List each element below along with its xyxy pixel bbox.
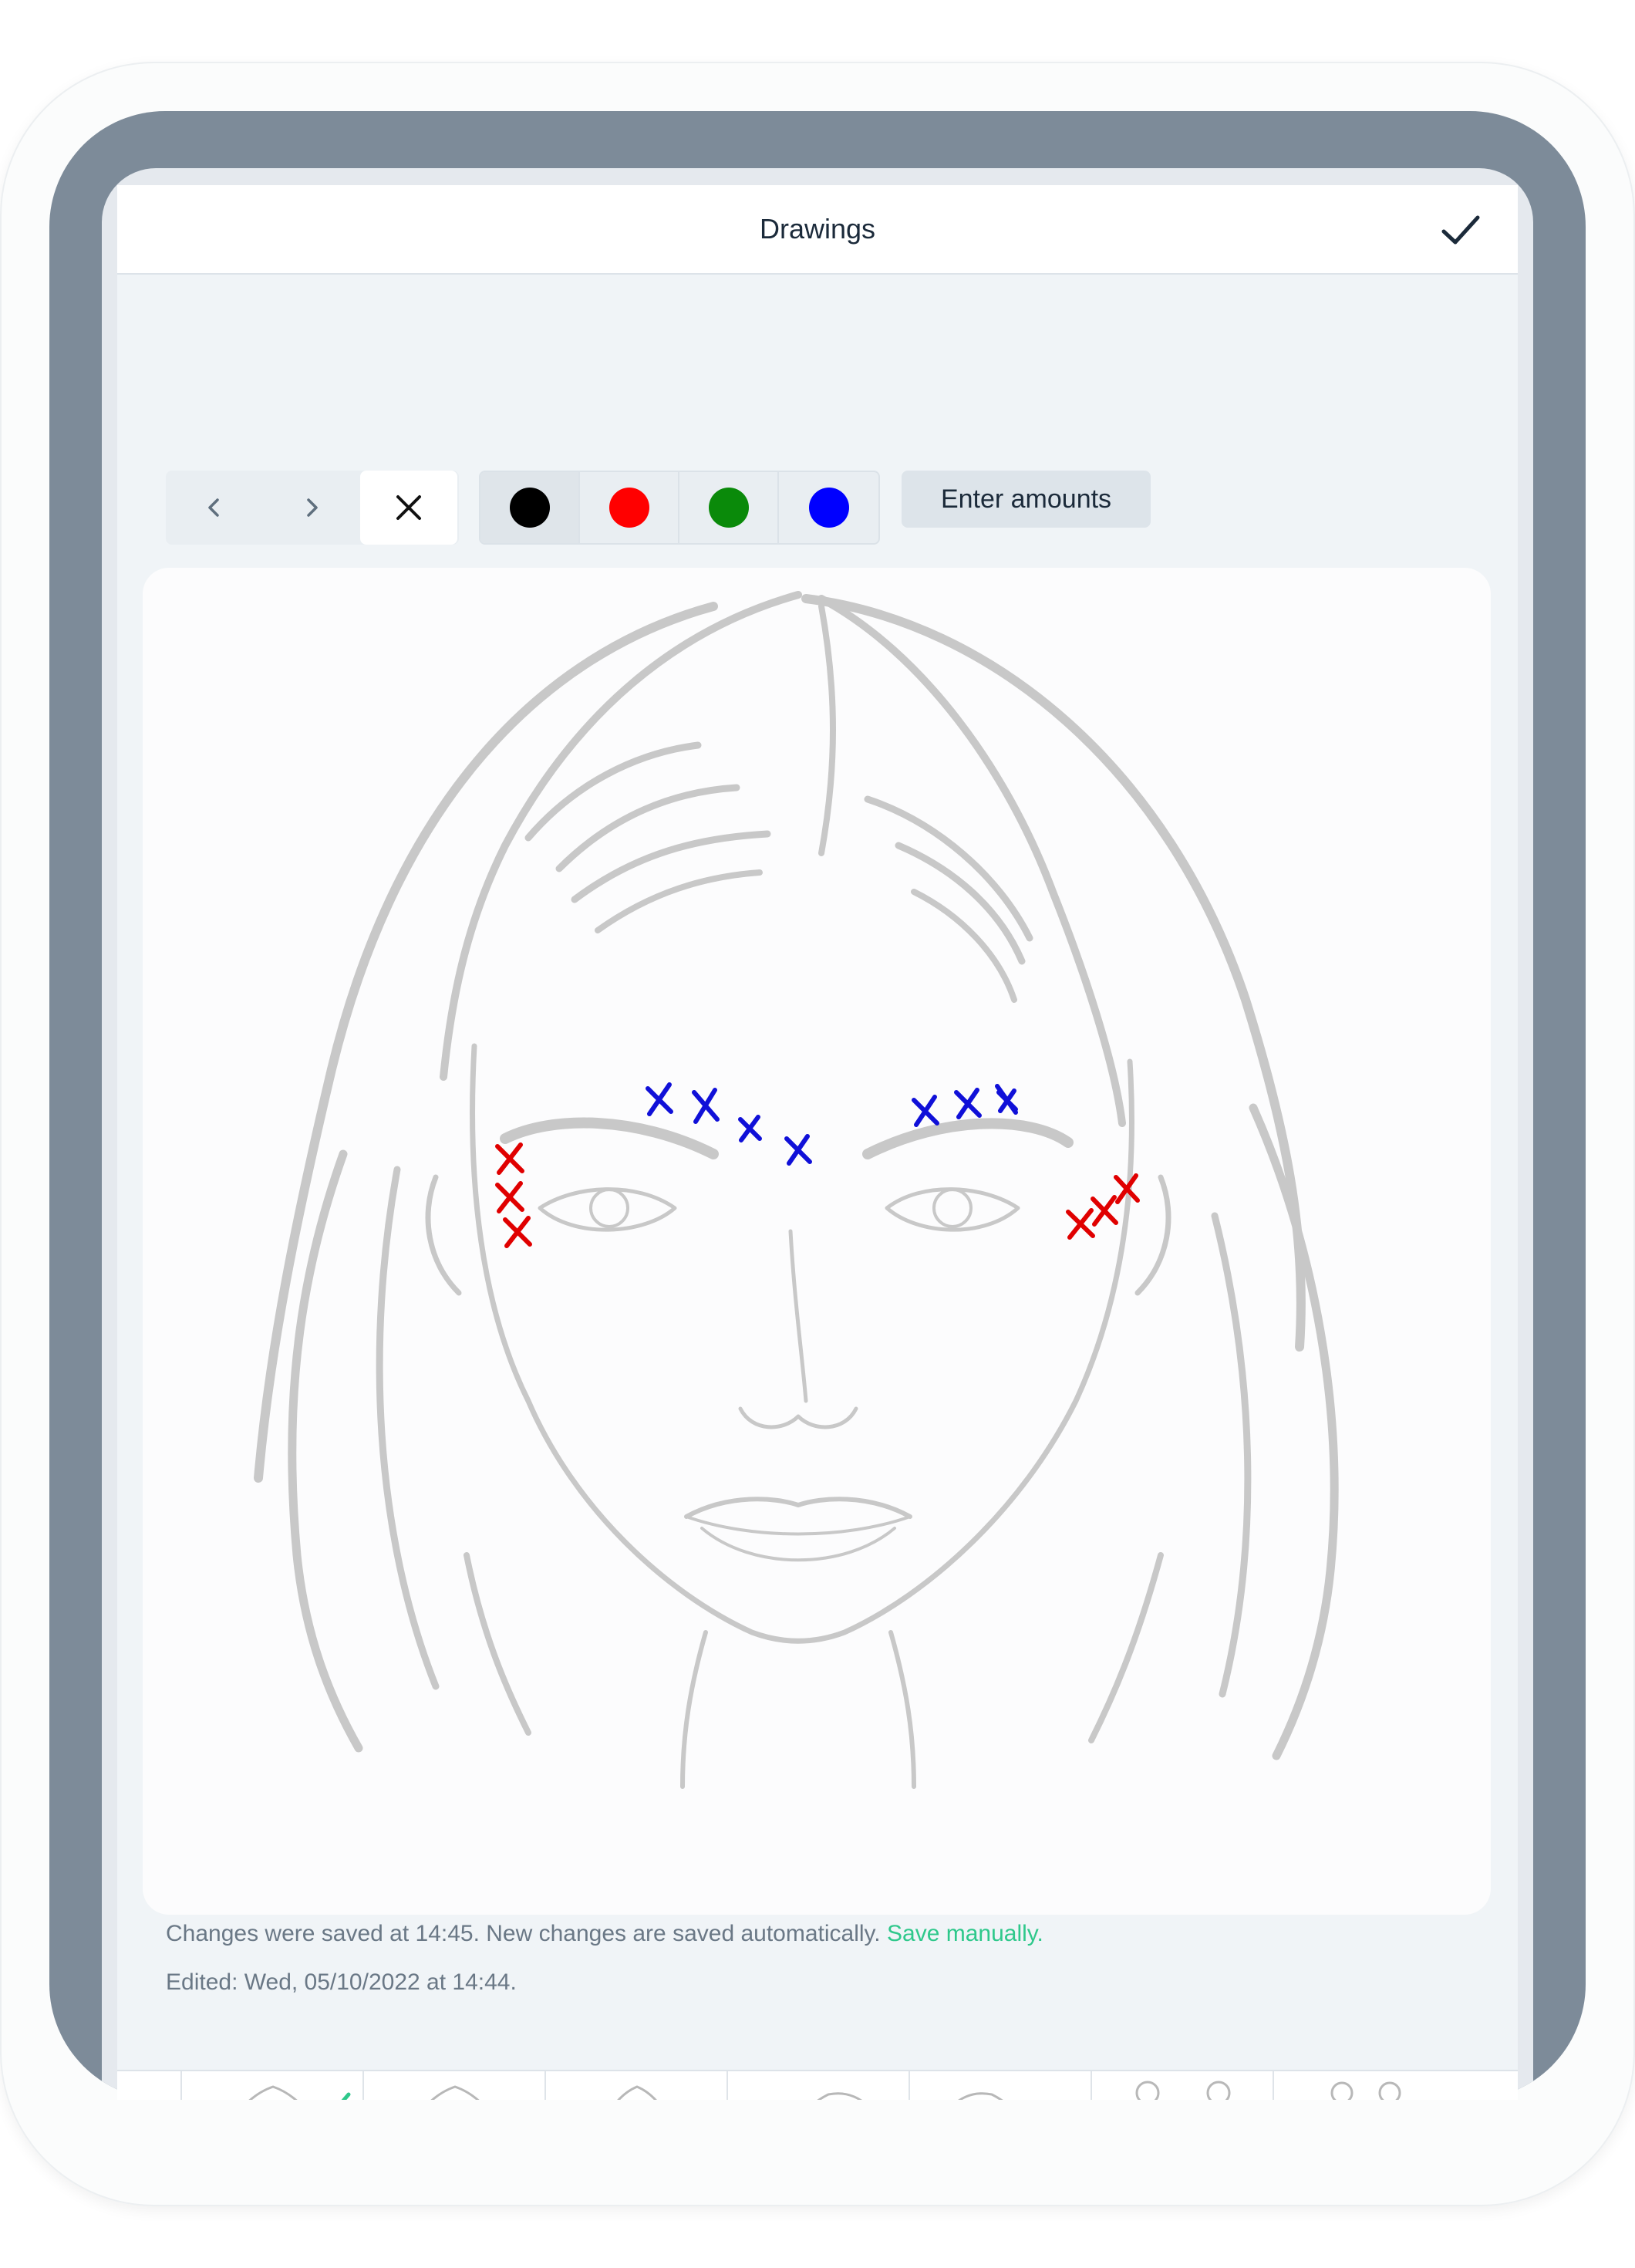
checkmark-icon <box>1441 215 1480 245</box>
autosave-text: Changes were saved at 14:45. New changes… <box>166 1921 881 1946</box>
enter-amounts-button[interactable]: Enter amounts <box>902 471 1151 528</box>
thumbnail-face-profile-left[interactable] <box>726 2071 909 2100</box>
color-dot-red <box>608 488 649 528</box>
chevron-left-icon <box>208 498 219 517</box>
thumbnail-face-front-alt[interactable] <box>362 2071 544 2100</box>
face-front-alt-thumbnail <box>430 2085 480 2100</box>
header-bar: Drawings <box>117 185 1518 275</box>
thumbnail-face-front-neutral[interactable] <box>544 2071 726 2100</box>
color-swatch-black[interactable] <box>480 472 580 543</box>
drawing-canvas[interactable] <box>143 568 1491 1915</box>
edited-timestamp: Edited: Wed, 05/10/2022 at 14:44. <box>166 1969 517 1995</box>
thumbnail-face-profile-right[interactable] <box>909 2071 1091 2100</box>
face-front-neutral-thumbnail <box>617 2085 657 2100</box>
close-icon <box>396 495 421 520</box>
color-swatch-green[interactable] <box>679 472 779 543</box>
body-side-thumbnail <box>1330 2081 1401 2100</box>
color-dot-black <box>509 488 550 528</box>
face-profile-left-thumbnail <box>817 2092 862 2100</box>
page-title: Drawings <box>759 213 876 245</box>
undo-button[interactable] <box>166 471 263 545</box>
selected-checkmark-icon <box>341 2092 351 2100</box>
thumbnail-body-side[interactable] <box>1273 2071 1455 2100</box>
chevron-right-icon <box>307 498 318 517</box>
autosave-status: Changes were saved at 14:45. New changes… <box>166 1921 1043 1947</box>
color-picker <box>479 471 880 545</box>
face-template-illustration <box>254 591 1339 1789</box>
drawings-screen: Drawings Enter amounts Changes were save… <box>117 185 1518 2100</box>
face-front-thumbnail <box>248 2085 351 2100</box>
done-button[interactable] <box>1439 208 1482 251</box>
color-dot-green <box>708 488 749 528</box>
redo-button[interactable] <box>263 471 360 545</box>
save-manually-link[interactable]: Save manually. <box>887 1921 1043 1946</box>
body-front-back-thumbnail <box>1135 2081 1231 2100</box>
template-thumbnail-strip <box>117 2070 1518 2100</box>
thumbnail-body-front-back[interactable] <box>1091 2071 1273 2100</box>
thumbnail-face-front[interactable] <box>180 2071 362 2100</box>
color-dot-blue <box>808 488 849 528</box>
history-toolbar <box>166 471 459 545</box>
clear-button[interactable] <box>360 471 457 545</box>
color-swatch-red[interactable] <box>580 472 679 543</box>
face-profile-right-thumbnail <box>958 2092 1003 2100</box>
color-swatch-blue[interactable] <box>779 472 878 543</box>
